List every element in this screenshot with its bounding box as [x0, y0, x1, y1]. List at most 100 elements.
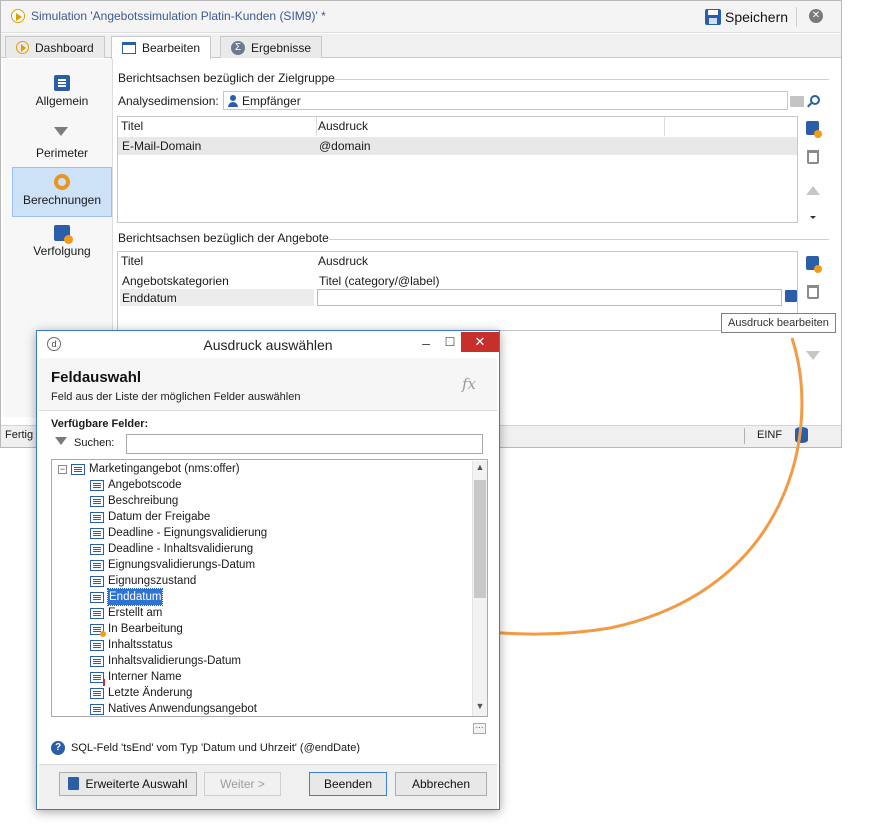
- tree-item[interactable]: In Bearbeitung: [90, 621, 183, 637]
- expression-input[interactable]: [317, 289, 782, 306]
- advanced-selection-button[interactable]: Erweiterte Auswahl: [59, 772, 197, 796]
- add-axis-icon[interactable]: [806, 121, 822, 138]
- sidebar-item-general[interactable]: Allgemein: [12, 71, 112, 117]
- tree-item[interactable]: Datum der Freigabe: [90, 509, 210, 525]
- folder-icon[interactable]: [790, 96, 804, 107]
- tracking-icon: [54, 225, 73, 244]
- row-title: E-Mail-Domain: [122, 139, 202, 153]
- tree-item-label: Datum der Freigabe: [108, 511, 211, 523]
- search-icon[interactable]: [810, 95, 820, 105]
- recipient-icon: [228, 94, 238, 107]
- tree-item-label: Angebotscode: [108, 479, 182, 491]
- dashboard-icon: [16, 41, 29, 54]
- close-icon[interactable]: ✕: [461, 332, 499, 352]
- tree-item[interactable]: Letzte Änderung: [90, 685, 192, 701]
- close-icon[interactable]: ✕: [809, 9, 823, 23]
- filter-icon: [55, 437, 67, 445]
- tree-root[interactable]: − Marketingangebot (nms:offer): [58, 461, 240, 477]
- tree-item[interactable]: Deadline - Eignungsvalidierung: [90, 525, 267, 541]
- edit-expression-icon[interactable]: [785, 290, 797, 302]
- trash-icon[interactable]: [807, 285, 819, 299]
- tree-item[interactable]: Erstellt am: [90, 605, 162, 621]
- column-header-expression: Ausdruck: [318, 254, 369, 268]
- offer-axes-table[interactable]: Titel Ausdruck Angebotskategorien Titel …: [117, 251, 798, 331]
- tree-item[interactable]: Inhaltsstatus: [90, 637, 173, 653]
- edit-window-icon: [122, 42, 136, 54]
- finish-button[interactable]: Beenden: [309, 772, 387, 796]
- tree-item[interactable]: Interner Name: [90, 669, 182, 686]
- tab-label: Ergebnisse: [251, 40, 312, 55]
- sidebar-item-label: Berechnungen: [22, 193, 102, 207]
- tree-item[interactable]: Eignungsvalidierungs-Datum: [90, 557, 255, 573]
- field-icon: [90, 559, 104, 571]
- save-disk-icon: [705, 9, 721, 25]
- row-title: Enddatum: [120, 289, 314, 306]
- schema-icon: [71, 463, 85, 475]
- database-icon: [795, 427, 808, 443]
- tree-item[interactable]: Natives Anwendungsangebot: [90, 701, 257, 716]
- table-row[interactable]: E-Mail-Domain @domain: [118, 137, 797, 155]
- dialog-subheading: Feld aus der Liste der möglichen Felder …: [51, 391, 301, 403]
- simulation-icon: [11, 9, 25, 23]
- tree-item-label: In Bearbeitung: [108, 623, 183, 635]
- column-divider: [316, 117, 317, 136]
- move-up-icon[interactable]: [806, 186, 820, 195]
- table-row[interactable]: Angebotskategorien Titel (category/@labe…: [118, 272, 797, 290]
- minimize-icon[interactable]: –: [415, 335, 437, 353]
- tree-item-label: Deadline - Eignungsvalidierung: [108, 527, 268, 539]
- scrollbar-thumb[interactable]: [474, 480, 486, 598]
- column-divider: [664, 117, 665, 136]
- field-icon: [90, 575, 104, 587]
- field-icon: [90, 527, 104, 539]
- tab-results[interactable]: Σ Ergebnisse: [220, 36, 323, 58]
- next-button[interactable]: Weiter >: [204, 772, 281, 796]
- tab-dashboard[interactable]: Dashboard: [5, 36, 105, 58]
- target-axes-table[interactable]: Titel Ausdruck E-Mail-Domain @domain: [117, 116, 798, 223]
- field-icon: [90, 495, 104, 507]
- sidebar-item-tracking[interactable]: Verfolgung: [12, 221, 112, 267]
- field-icon: [90, 655, 104, 667]
- status-language: EINF: [757, 429, 783, 441]
- more-options-icon[interactable]: ⋯: [473, 723, 486, 734]
- field-icon: [90, 479, 104, 491]
- tree-item[interactable]: Beschreibung: [90, 493, 178, 509]
- column-header-expression: Ausdruck: [318, 119, 369, 133]
- status-text: Fertig: [5, 429, 34, 441]
- collapse-icon[interactable]: −: [58, 464, 67, 474]
- scroll-up-icon[interactable]: ▲: [472, 462, 487, 476]
- maximize-icon[interactable]: ☐: [439, 335, 461, 353]
- tree-item[interactable]: Inhaltsvalidierungs-Datum: [90, 653, 241, 669]
- tree-item[interactable]: Angebotscode: [90, 477, 182, 493]
- gear-icon: [54, 174, 70, 190]
- tree-item-label: Letzte Änderung: [108, 687, 193, 699]
- title-bar: Simulation 'Angebotssimulation Platin-Ku…: [1, 1, 841, 33]
- add-axis-icon[interactable]: [806, 256, 822, 273]
- clipboard-icon: [54, 75, 70, 91]
- column-header-title: Titel: [121, 119, 144, 133]
- sidebar-item-calculations[interactable]: Berechnungen: [12, 167, 112, 217]
- more-dropdown-icon[interactable]: [810, 216, 816, 219]
- tree-item[interactable]: Deadline - Inhaltsvalidierung: [90, 541, 253, 557]
- table-row[interactable]: Enddatum: [118, 289, 797, 307]
- toolbar-divider: [796, 7, 797, 27]
- field-icon: [90, 543, 104, 555]
- search-input[interactable]: [126, 434, 483, 454]
- analysis-dimension-field[interactable]: Empfänger: [223, 91, 788, 110]
- scroll-down-icon[interactable]: ▼: [472, 701, 487, 715]
- cancel-button[interactable]: Abbrechen: [395, 772, 487, 796]
- row-expression: Titel (category/@label): [319, 274, 440, 288]
- trash-icon[interactable]: [807, 150, 819, 164]
- tree-root-label: Marketingangebot (nms:offer): [89, 463, 240, 475]
- save-button[interactable]: Speichern: [705, 6, 788, 28]
- sidebar-item-label: Verfolgung: [33, 244, 91, 258]
- tree-item[interactable]: Enddatum: [90, 588, 164, 606]
- window-title: Simulation 'Angebotssimulation Platin-Ku…: [31, 9, 326, 23]
- tree-item[interactable]: Eignungszustand: [90, 573, 196, 589]
- field-tree[interactable]: − Marketingangebot (nms:offer) Angebotsc…: [51, 459, 488, 717]
- sidebar-item-perimeter[interactable]: Perimeter: [12, 121, 112, 167]
- tab-edit[interactable]: Bearbeiten: [111, 36, 212, 59]
- dimension-label: Analysedimension:: [118, 94, 219, 108]
- field-icon: [90, 607, 104, 619]
- move-down-icon[interactable]: [806, 351, 820, 360]
- dimension-value: Empfänger: [242, 93, 301, 108]
